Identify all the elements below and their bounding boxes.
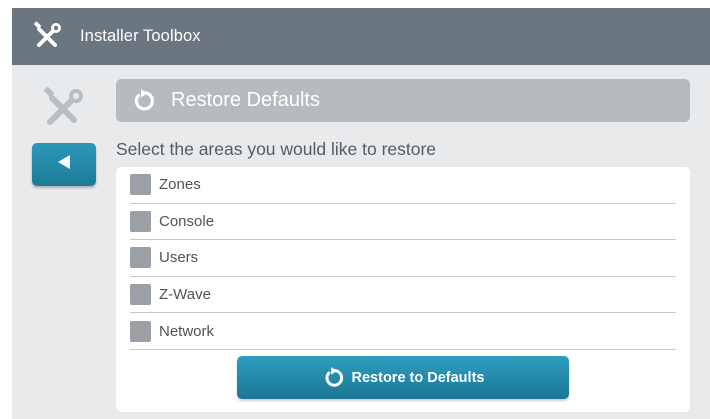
- checkbox[interactable]: [130, 284, 151, 306]
- checkbox[interactable]: [130, 174, 151, 196]
- area-label: Zones: [159, 176, 201, 194]
- restore-icon: [131, 88, 155, 113]
- checkbox[interactable]: [130, 320, 151, 342]
- section-header: Restore Defaults: [116, 79, 690, 122]
- area-list: Zones Console Users Z-Wave Network: [130, 167, 676, 350]
- area-option-z-wave[interactable]: Z-Wave: [130, 277, 676, 314]
- toolbox-icon: [40, 86, 86, 132]
- area-label: Console: [159, 212, 215, 230]
- checkbox[interactable]: [130, 247, 151, 269]
- checkbox[interactable]: [130, 210, 151, 232]
- restore-to-defaults-button[interactable]: Restore to Defaults: [237, 356, 569, 399]
- restore-icon: [322, 366, 344, 389]
- app-window: Installer Toolbox Restore Defaults Selec…: [12, 8, 710, 419]
- restore-button-label: Restore to Defaults: [351, 369, 485, 386]
- area-option-network[interactable]: Network: [130, 313, 676, 350]
- instructions-text: Select the areas you would like to resto…: [116, 139, 437, 159]
- title-bar: Installer Toolbox: [12, 8, 710, 65]
- area-label: Z-Wave: [159, 286, 211, 304]
- area-option-console[interactable]: Console: [130, 204, 676, 241]
- app-title: Installer Toolbox: [80, 27, 201, 45]
- restore-options-panel: Zones Console Users Z-Wave Network Resto…: [116, 167, 690, 412]
- back-arrow-icon: [55, 153, 73, 176]
- tools-icon: [30, 20, 64, 54]
- page-title: Restore Defaults: [171, 89, 320, 111]
- area-option-users[interactable]: Users: [130, 240, 676, 277]
- area-label: Users: [159, 249, 199, 267]
- area-label: Network: [159, 322, 215, 340]
- back-button[interactable]: [32, 143, 96, 186]
- area-option-zones[interactable]: Zones: [130, 167, 676, 204]
